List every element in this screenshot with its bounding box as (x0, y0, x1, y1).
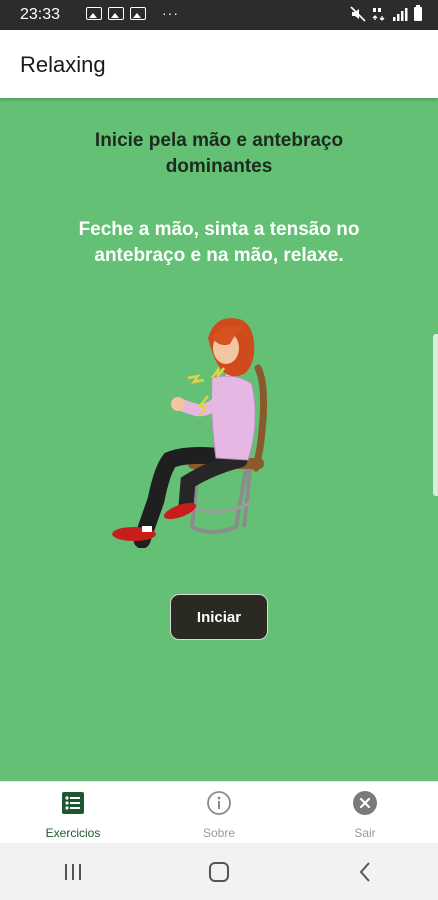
nav-label-sobre: Sobre (202, 826, 236, 840)
more-notifications-icon: ··· (162, 5, 179, 21)
bottom-navigation: Exercicios Sobre Sair (0, 781, 438, 844)
nav-label-sair: Sair (354, 826, 376, 840)
start-button[interactable]: Iniciar (170, 594, 268, 640)
edge-panel-handle[interactable] (433, 334, 438, 496)
system-status-icons (350, 5, 422, 22)
image-icon (86, 6, 102, 20)
exercise-heading: Inicie pela mão e antebraço dominantes (94, 130, 344, 177)
recent-apps-icon (65, 863, 81, 880)
notification-icons: ··· (86, 5, 179, 21)
back-icon (359, 861, 370, 882)
status-time: 23:33 (20, 6, 61, 23)
info-icon (206, 790, 232, 816)
battery-icon (414, 5, 422, 21)
signal-icon (393, 8, 408, 21)
app-title: Relaxing (20, 52, 106, 77)
4g-icon (372, 8, 385, 21)
close-circle-icon (352, 790, 378, 816)
nav-item-sobre[interactable]: Sobre (146, 782, 292, 844)
home-button[interactable] (189, 852, 249, 892)
nav-item-exercicios[interactable]: Exercicios (0, 782, 146, 844)
recent-apps-button[interactable] (43, 852, 103, 892)
exercise-panel: Inicie pela mão e antebraço dominantes F… (0, 98, 438, 781)
status-bar: 23:33 ··· (0, 0, 438, 30)
home-icon (209, 861, 229, 882)
back-button[interactable] (335, 852, 395, 892)
mute-icon (350, 6, 366, 22)
system-navigation-bar (0, 843, 438, 900)
list-icon (60, 790, 86, 816)
nav-item-sair[interactable]: Sair (292, 782, 438, 844)
exercise-instruction: Feche a mão, sinta a tensão no antebraço… (78, 219, 360, 266)
nav-label-exercicios: Exercicios (45, 826, 101, 840)
woman-sitting-illustration (112, 318, 268, 548)
app-bar: Relaxing (0, 30, 438, 98)
image-icon (108, 6, 124, 20)
image-icon (130, 6, 146, 20)
